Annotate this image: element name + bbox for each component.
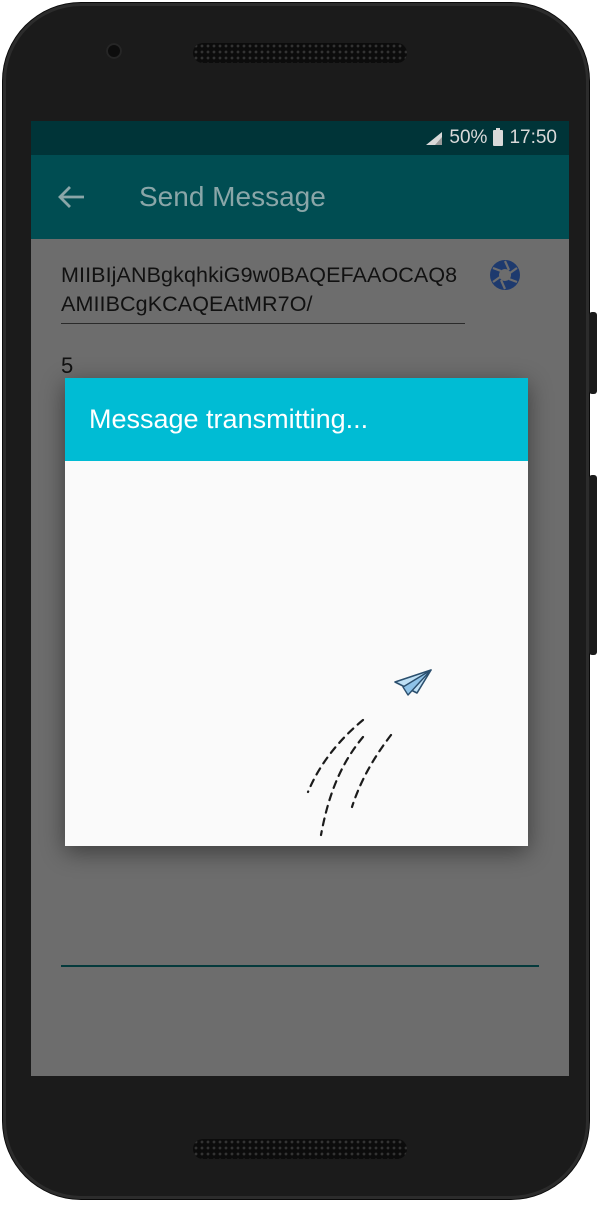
top-speaker bbox=[193, 43, 407, 63]
transmit-animation bbox=[65, 461, 528, 846]
app-bar: Send Message bbox=[31, 155, 569, 239]
power-button bbox=[589, 312, 597, 394]
clock: 17:50 bbox=[509, 127, 557, 148]
paper-plane-icon bbox=[394, 669, 432, 696]
transmitting-dialog: Message transmitting... bbox=[65, 378, 528, 846]
battery-icon bbox=[493, 128, 504, 146]
bottom-speaker bbox=[193, 1139, 407, 1159]
signal-icon bbox=[425, 131, 443, 146]
front-camera bbox=[106, 43, 122, 59]
camera-shutter-icon bbox=[490, 260, 520, 290]
dialog-title: Message transmitting... bbox=[65, 378, 528, 461]
battery-percent: 50% bbox=[449, 127, 488, 148]
amount-field[interactable]: 5 bbox=[61, 353, 73, 379]
scan-qr-button[interactable] bbox=[488, 258, 522, 292]
message-input[interactable] bbox=[61, 965, 539, 967]
volume-button bbox=[589, 475, 597, 655]
page-title: Send Message bbox=[139, 181, 326, 212]
public-key-field[interactable]: MIIBIjANBgkqhkiG9w0BAQEFAAOCAQ8AMIIBCgKC… bbox=[61, 261, 465, 324]
status-bar: 50% 17:50 bbox=[31, 121, 569, 155]
arrow-back-icon bbox=[58, 186, 84, 208]
motion-trails bbox=[306, 718, 393, 837]
back-button[interactable] bbox=[31, 155, 111, 239]
